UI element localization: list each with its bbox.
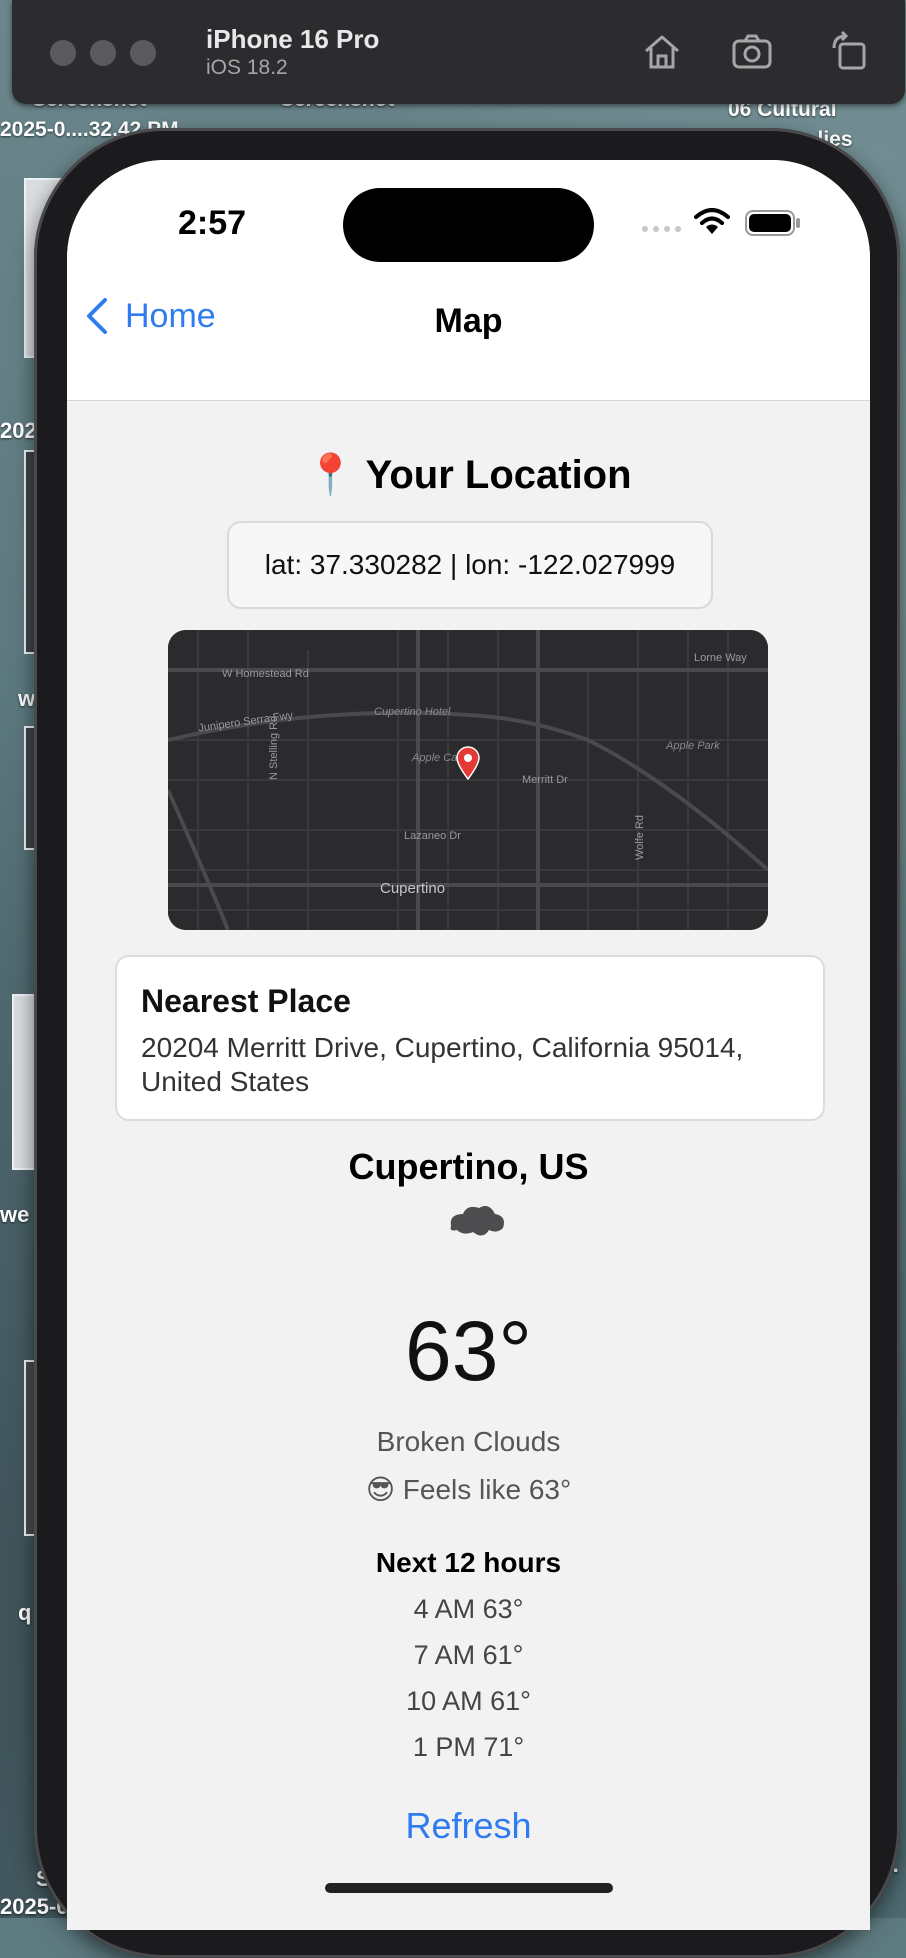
map-label: Apple Park (666, 740, 720, 752)
cellular-signal-icon (642, 226, 681, 232)
forecast-item: 4 AM 63° (413, 1594, 524, 1624)
broken-clouds-icon (450, 1206, 504, 1236)
nearest-place-address: 20204 Merritt Drive, Cupertino, Californ… (141, 1032, 744, 1097)
forecast-item: 10 AM 61° (406, 1686, 531, 1716)
zoom-window-button[interactable] (130, 40, 156, 66)
navigation-bar: Home Map (67, 280, 870, 401)
weather-condition: Broken Clouds (376, 1426, 561, 1457)
minimize-window-button[interactable] (90, 40, 116, 66)
simulator-toolbar: iPhone 16 Pro iOS 18.2 (12, 0, 905, 104)
map-label: Cupertino (380, 880, 446, 897)
desktop-label: q (18, 1600, 32, 1625)
current-temperature: 63° (404, 1304, 533, 1398)
nearest-place-card: Nearest Place 20204 Merritt Drive, Cuper… (115, 955, 825, 1121)
simulator-os-version: iOS 18.2 (206, 56, 288, 79)
status-time: 2:57 (178, 204, 247, 242)
home-icon[interactable] (640, 30, 684, 74)
forecast-item: 1 PM 71° (412, 1732, 525, 1762)
desktop-label: w (18, 686, 36, 711)
map-label: N Stelling Rd (268, 715, 280, 780)
refresh-button[interactable]: Refresh (67, 1805, 870, 1847)
map-label: Lazaneo Dr (404, 830, 461, 842)
dynamic-island (343, 188, 594, 262)
weather-city: Cupertino, US (348, 1146, 589, 1187)
map-label: Merritt Dr (522, 774, 568, 786)
map-label: Cupertino Hotel (374, 706, 451, 718)
feels-like: 😎 Feels like 63° (365, 1474, 572, 1505)
location-pin-icon (456, 746, 480, 780)
close-window-button[interactable] (50, 40, 76, 66)
screenshot-camera-icon[interactable] (730, 30, 774, 74)
map-label: Lorne Way (694, 652, 747, 664)
desktop-label: we (0, 1202, 30, 1227)
forecast-item: 7 AM 61° (413, 1640, 524, 1670)
map-label: W Homestead Rd (222, 668, 309, 680)
coordinates-display: lat: 37.330282 | lon: -122.027999 (227, 521, 713, 609)
battery-icon (745, 210, 800, 236)
map-label: Apple Ca (412, 752, 458, 764)
wifi-icon (694, 208, 730, 234)
location-title: 📍 Your Location (305, 453, 632, 497)
phone-screen: 2:57 Home Map 📍 Your Location lat: 37.33… (67, 160, 870, 1930)
rotate-device-icon[interactable] (828, 30, 872, 74)
simulator-device-name: iPhone 16 Pro (206, 24, 380, 54)
desktop-label: 202 (0, 418, 37, 443)
nearest-place-title: Nearest Place (141, 983, 351, 1019)
nav-title: Map (434, 302, 503, 340)
status-bar: 2:57 (67, 160, 870, 280)
map-label: Wolfe Rd (634, 814, 646, 860)
forecast-title: Next 12 hours (375, 1547, 562, 1578)
map-view[interactable]: W Homestead Rd Junipero Serra Fwy Cupert… (168, 630, 768, 930)
home-indicator[interactable] (325, 1883, 613, 1893)
